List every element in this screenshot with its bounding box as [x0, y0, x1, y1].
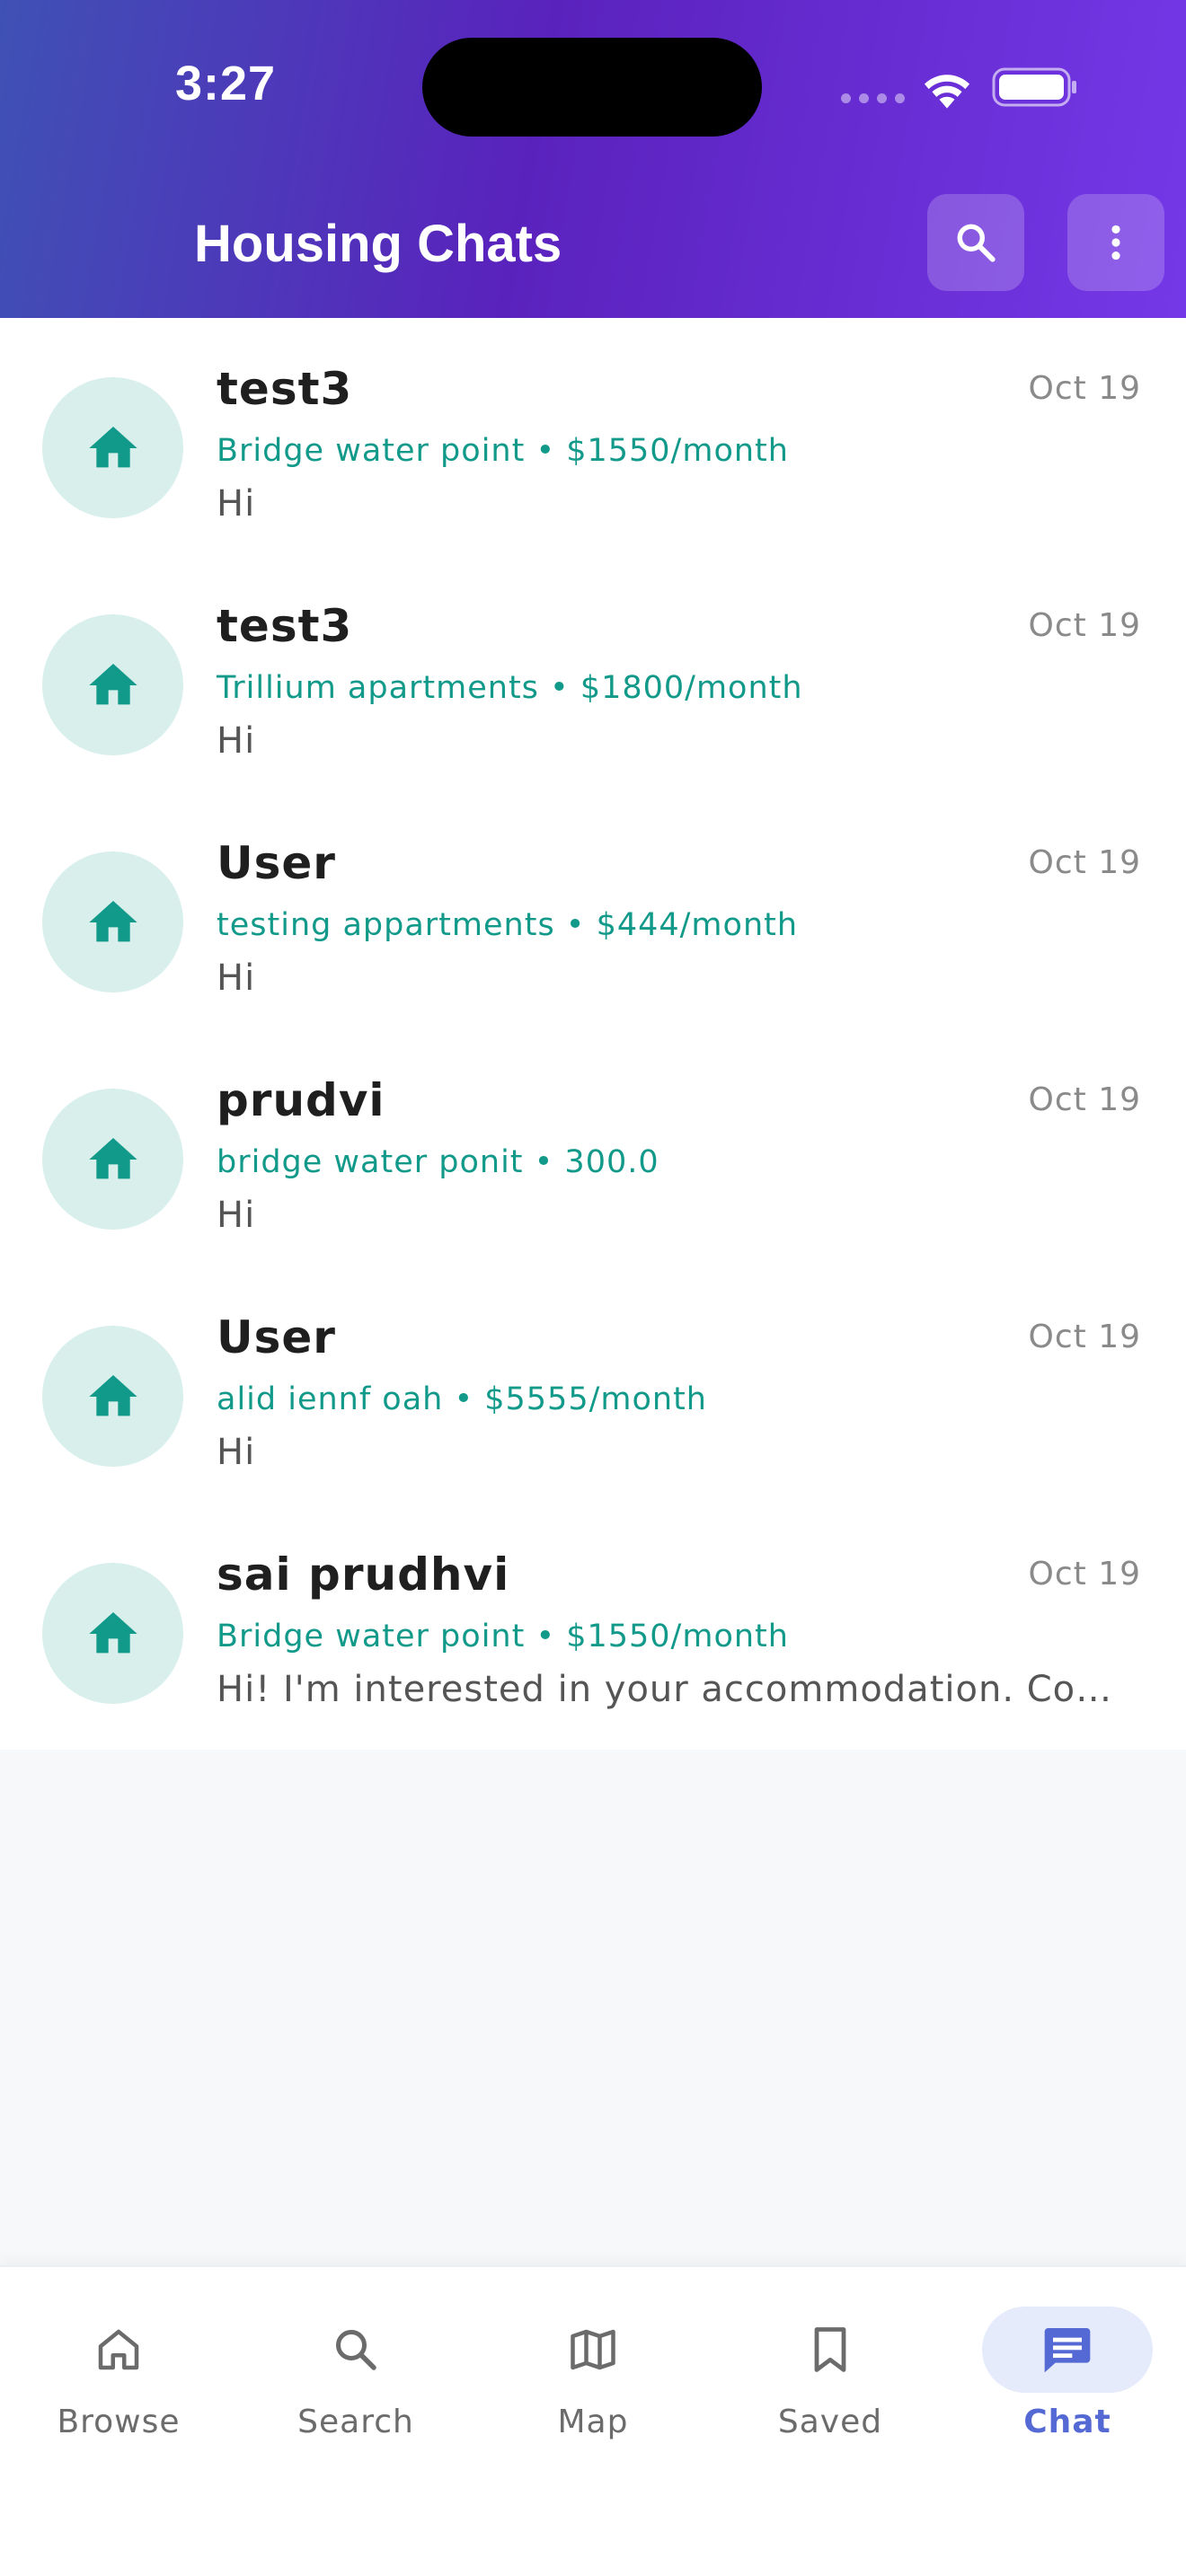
nav-map[interactable]: Map	[503, 2307, 683, 2450]
listing-avatar	[42, 851, 183, 992]
chat-list: test3 Oct 19 Bridge water point • $1550/…	[0, 318, 1186, 1750]
nav-search[interactable]: Search	[266, 2307, 446, 2450]
chat-listing-info: Bridge water point • $1550/month	[217, 1619, 789, 1654]
chat-date: Oct 19	[1028, 1319, 1141, 1355]
chat-contact-name: test3	[217, 600, 353, 652]
nav-chat[interactable]: Chat	[978, 2307, 1157, 2450]
listing-avatar	[42, 614, 183, 755]
chat-date: Oct 19	[1028, 844, 1141, 881]
chat-date: Oct 19	[1028, 370, 1141, 407]
nav-browse[interactable]: Browse	[29, 2307, 208, 2450]
chat-listing-info: alid iennf oah • $5555/month	[217, 1381, 707, 1417]
nav-label: Browse	[57, 2404, 181, 2440]
app-header: 3:27 Housing Chats	[0, 0, 1186, 318]
search-icon	[957, 224, 996, 262]
chat-list-item[interactable]: User Oct 19 alid iennf oah • $5555/month…	[0, 1266, 1186, 1504]
chat-listing-info: bridge water ponit • 300.0	[217, 1144, 659, 1180]
home-icon	[88, 1137, 137, 1178]
search-icon	[335, 2329, 376, 2370]
search-button[interactable]	[927, 194, 1024, 291]
home-icon	[98, 2329, 139, 2370]
chat-contact-name: User	[217, 837, 336, 889]
chat-last-message: Hi	[217, 483, 256, 525]
home-icon	[88, 900, 137, 941]
chat-date: Oct 19	[1028, 1081, 1141, 1118]
home-icon	[88, 663, 137, 704]
chat-list-item[interactable]: sai prudhvi Oct 19 Bridge water point • …	[0, 1504, 1186, 1741]
chat-contact-name: test3	[217, 363, 353, 415]
more-options-button[interactable]	[1067, 194, 1164, 291]
nav-label: Saved	[777, 2404, 883, 2440]
chat-contact-name: prudvi	[217, 1074, 385, 1126]
chat-contact-name: sai prudhvi	[217, 1548, 510, 1601]
nav-saved[interactable]: Saved	[740, 2307, 920, 2450]
status-time: 3:27	[175, 57, 277, 110]
chat-listing-info: Trillium apartments • $1800/month	[217, 670, 803, 706]
more-vert-icon	[1111, 225, 1120, 260]
cellular-signal-icon	[841, 93, 905, 103]
chat-contact-name: User	[217, 1311, 336, 1363]
bookmark-icon	[814, 2327, 846, 2372]
chat-last-message: Hi	[217, 1432, 256, 1473]
listing-avatar	[42, 1563, 183, 1704]
chat-last-message: Hi	[217, 1195, 256, 1236]
listing-avatar	[42, 377, 183, 518]
nav-label: Chat	[1023, 2404, 1111, 2440]
chat-listing-info: Bridge water point • $1550/month	[217, 433, 789, 469]
chat-date: Oct 19	[1028, 607, 1141, 644]
chat-listing-info: testing appartments • $444/month	[217, 907, 799, 943]
listing-avatar	[42, 1326, 183, 1467]
chat-list-item[interactable]: test3 Oct 19 Bridge water point • $1550/…	[0, 318, 1186, 555]
chat-list-item[interactable]: prudvi Oct 19 bridge water ponit • 300.0…	[0, 1029, 1186, 1266]
chat-last-message: Hi	[217, 957, 256, 999]
map-icon	[571, 2329, 615, 2370]
nav-label: Search	[297, 2404, 414, 2440]
home-icon	[88, 1374, 137, 1416]
chat-last-message: Hi	[217, 720, 256, 762]
wifi-icon	[924, 75, 970, 109]
chat-list-item[interactable]: test3 Oct 19 Trillium apartments • $1800…	[0, 555, 1186, 792]
home-icon	[88, 1611, 137, 1653]
chat-last-message: Hi! I'm interested in your accommodation…	[217, 1669, 1133, 1710]
battery-icon	[992, 67, 1076, 107]
chat-date: Oct 19	[1028, 1556, 1141, 1592]
bottom-navigation: Browse Search Map Saved Chat	[0, 2265, 1186, 2576]
chat-icon	[1044, 2328, 1091, 2373]
chat-list-item[interactable]: User Oct 19 testing appartments • $444/m…	[0, 792, 1186, 1029]
listing-avatar	[42, 1089, 183, 1230]
nav-label: Map	[557, 2404, 629, 2440]
dynamic-island	[422, 38, 762, 137]
page-title: Housing Chats	[194, 215, 562, 273]
home-icon	[88, 426, 137, 467]
